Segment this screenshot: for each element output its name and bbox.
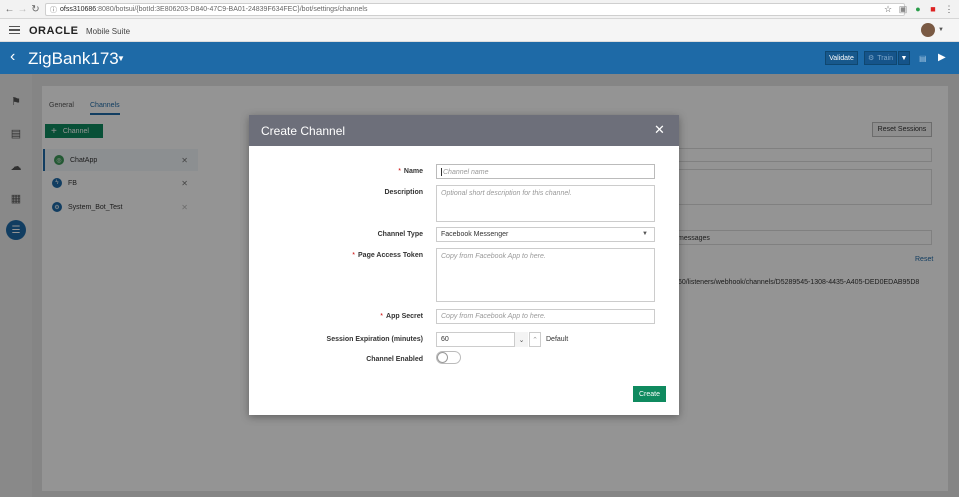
train-button[interactable]: ⚙ Train — [864, 51, 897, 65]
session-expiration-label: Session Expiration (minutes) — [326, 336, 423, 343]
name-label: * Name — [398, 168, 423, 175]
bot-header: ‹ ZigBank173 ▼ Validate ⚙ Train ▼ ▤ ▶ — [0, 42, 959, 74]
create-button[interactable]: Create — [633, 386, 666, 402]
page-access-token-textarea[interactable]: Copy from Facebook App to here. — [436, 248, 655, 302]
channel-type-select[interactable]: Facebook Messenger ▼ — [436, 227, 655, 242]
app-secret-label: * App Secret — [380, 313, 423, 320]
red-extension-icon[interactable]: ■ — [928, 4, 938, 14]
text-cursor — [441, 168, 442, 176]
info-icon: ⓘ — [50, 6, 57, 14]
name-label-text: Name — [403, 168, 423, 175]
browser-menu-icon[interactable]: ⋮ — [944, 4, 954, 14]
train-dropdown-button[interactable]: ▼ — [898, 51, 910, 65]
page-token-label-text: Page Access Token — [358, 252, 423, 259]
test-bot-play-icon[interactable]: ▶ — [938, 52, 946, 63]
required-asterisk: * — [380, 313, 384, 320]
address-bar[interactable]: ⓘ ofss310686:8080/botsui/{botId:3E806203… — [45, 3, 905, 16]
chevron-down-icon[interactable]: ▼ — [938, 27, 944, 33]
oracle-logo: ORACLE — [29, 25, 79, 37]
description-label: Description — [384, 189, 423, 196]
dialog-title: Create Channel — [261, 124, 346, 138]
forward-arrow-icon[interactable]: → — [16, 3, 29, 16]
app-secret-input[interactable]: Copy from Facebook App to here. — [436, 309, 655, 324]
description-textarea[interactable]: Optional short description for this chan… — [436, 185, 655, 222]
page-token-label: * Page Access Token — [352, 252, 423, 259]
bot-name[interactable]: ZigBank173 — [28, 49, 119, 69]
channel-name-placeholder: Channel name — [443, 168, 489, 176]
browser-toolbar: ← → ↻ ⓘ ofss310686:8080/botsui/{botId:3E… — [0, 0, 959, 19]
toggle-knob — [437, 352, 448, 363]
channel-enabled-toggle[interactable] — [436, 351, 461, 364]
bookmark-star-icon[interactable]: ☆ — [883, 4, 893, 14]
suite-name: Mobile Suite — [86, 27, 131, 36]
required-asterisk: * — [398, 168, 401, 175]
default-label: Default — [546, 336, 569, 343]
url-host: ofss310686 — [60, 6, 97, 13]
hamburger-menu-icon[interactable] — [9, 26, 20, 34]
avatar[interactable] — [921, 23, 935, 37]
extension-icon[interactable]: ▣ — [898, 4, 908, 14]
create-channel-dialog: Create Channel ✕ * Name Channel name Desc… — [249, 115, 679, 415]
toggle-panel-icon[interactable]: ▤ — [919, 54, 927, 63]
reload-icon[interactable]: ↻ — [29, 3, 42, 16]
channel-name-input[interactable]: Channel name — [436, 164, 655, 179]
close-icon[interactable]: ✕ — [654, 122, 665, 138]
app-secret-label-text: App Secret — [386, 313, 423, 320]
back-arrow-icon[interactable]: ← — [3, 3, 16, 16]
required-asterisk: * — [352, 252, 356, 259]
channel-enabled-label: Channel Enabled — [366, 356, 423, 363]
bot-dropdown-icon[interactable]: ▼ — [117, 54, 125, 63]
increment-chevron-icon[interactable]: ⌃ — [529, 332, 541, 347]
back-chevron-icon[interactable]: ‹ — [10, 48, 15, 66]
train-label: Train — [877, 54, 893, 62]
channel-type-label: Channel Type — [377, 231, 423, 238]
validate-button[interactable]: Validate — [825, 51, 858, 65]
oracle-header: ORACLE Mobile Suite ▼ — [0, 19, 959, 42]
dialog-header: Create Channel ✕ — [249, 115, 679, 146]
train-gear-icon: ⚙ — [868, 55, 875, 62]
grammar-extension-icon[interactable]: ● — [913, 4, 923, 14]
url-path: :8080/botsui/{botId:3E806203-D840-47C9-B… — [96, 6, 368, 13]
chevron-down-icon: ▼ — [642, 231, 648, 237]
channel-type-value: Facebook Messenger — [441, 231, 509, 238]
decrement-chevron-icon[interactable]: ⌄ — [514, 332, 528, 347]
